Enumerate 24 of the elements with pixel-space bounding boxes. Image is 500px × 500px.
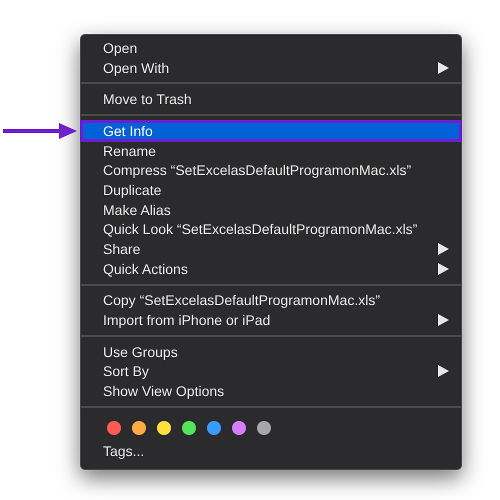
menu-item[interactable]: Open With [81,58,461,78]
tag-color-dot[interactable] [132,421,146,435]
menu-item[interactable]: Show View Options [81,381,461,401]
menu-item[interactable]: Use Groups [81,342,461,362]
menu-item[interactable]: Get Info [81,121,461,141]
menu-item[interactable]: Import from iPhone or iPad [81,310,461,330]
tag-color-dot[interactable] [232,421,246,435]
menu-item[interactable]: Compress “SetExcelasDefaultProgramonMac.xls” [81,160,461,180]
menu-item[interactable]: Rename [81,140,461,160]
menu-item[interactable]: Duplicate [81,180,461,200]
tag-color-dot[interactable] [207,421,221,435]
menu-item[interactable]: Tags... [81,441,461,464]
menu-item[interactable]: Copy “SetExcelasDefaultProgramonMac.xls” [81,290,461,310]
menu-item[interactable]: Quick Look “SetExcelasDefaultProgramonMac.xls” [81,220,461,240]
tag-color-dot[interactable] [182,421,196,435]
menu-item[interactable]: Move to Trash [81,89,461,110]
tag-color-dot[interactable] [157,421,171,435]
menu-item[interactable]: Sort By [81,362,461,382]
menu-item[interactable]: Make Alias [81,200,461,220]
tag-color-dot[interactable] [257,421,271,435]
menu-item[interactable]: Quick Actions [81,258,461,279]
menu-item[interactable]: Open [81,38,461,58]
tag-color-dot[interactable] [107,421,121,435]
menu-item[interactable]: Share [81,239,461,259]
